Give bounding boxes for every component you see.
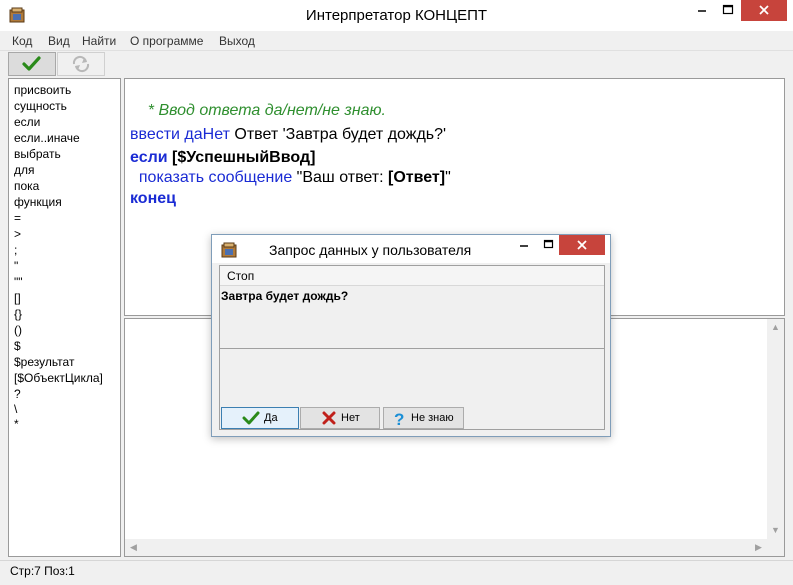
horizontal-scrollbar[interactable]: ◀ ▶	[125, 539, 767, 556]
no-label: Нет	[341, 412, 360, 424]
list-item[interactable]: [$ОбъектЦикла]	[14, 370, 120, 386]
scroll-up-icon[interactable]: ▲	[767, 319, 784, 336]
scroll-right-icon[interactable]: ▶	[750, 539, 767, 556]
scroll-left-icon[interactable]: ◀	[125, 539, 142, 556]
list-item[interactable]: $результат	[14, 354, 120, 370]
code-line-input: ввести даНет Ответ 'Завтра будет дождь?'	[130, 126, 446, 144]
status-bar: Стр:7 Поз:1	[0, 560, 793, 580]
menu-code[interactable]: Код	[12, 34, 32, 48]
run-button[interactable]	[8, 52, 56, 76]
list-item[interactable]: ?	[14, 386, 120, 402]
minimize-button[interactable]	[689, 0, 715, 21]
dialog-close-button[interactable]	[559, 235, 605, 255]
code-keyword: ввести даНет	[130, 126, 230, 143]
code-keyword: если	[130, 149, 168, 166]
list-item[interactable]: для	[14, 162, 120, 178]
menu-about[interactable]: О программе	[130, 34, 203, 48]
list-item[interactable]: "	[14, 258, 120, 274]
code-variable: [Ответ]	[387, 169, 446, 186]
yes-button[interactable]: Да	[221, 407, 299, 429]
list-item[interactable]: ()	[14, 322, 120, 338]
yes-label: Да	[264, 412, 278, 424]
list-item[interactable]: функция	[14, 194, 120, 210]
list-item[interactable]: ;	[14, 242, 120, 258]
refresh-icon	[72, 55, 90, 73]
list-item[interactable]: {}	[14, 306, 120, 322]
svg-text:?: ?	[394, 410, 404, 427]
checkmark-icon	[22, 56, 41, 71]
dialog-panel: Стоп Завтра будет дождь? Да Нет ? Не зна…	[219, 265, 605, 430]
list-item[interactable]: выбрать	[14, 146, 120, 162]
dialog-title-bar: Запрос данных у пользователя	[212, 235, 610, 263]
input-dialog: Запрос данных у пользователя Стоп Завтра…	[211, 234, 611, 437]
dialog-minimize-button[interactable]	[511, 235, 538, 255]
keyword-list[interactable]: присвоить сущность если если..иначе выбр…	[8, 78, 121, 557]
list-item[interactable]: если	[14, 114, 120, 130]
code-text: "Ваш ответ:	[292, 169, 388, 186]
list-item[interactable]: присвоить	[14, 82, 120, 98]
list-item[interactable]: \	[14, 402, 120, 416]
code-text: Ответ 'Завтра будет дождь?'	[229, 126, 447, 143]
vertical-scrollbar[interactable]: ▲ ▼	[767, 319, 784, 539]
dialog-menu-bar: Стоп	[220, 266, 604, 286]
list-item[interactable]: >	[14, 226, 120, 242]
list-item[interactable]: если..иначе	[14, 130, 120, 146]
menu-stop[interactable]: Стоп	[227, 269, 254, 283]
code-line-show: показать сообщение "Ваш ответ: [Ответ]"	[130, 169, 451, 187]
code-text: [$УспешныйВвод]	[167, 149, 316, 166]
code-line-if: если [$УспешныйВвод]	[130, 149, 315, 167]
menu-exit[interactable]: Выход	[219, 34, 255, 48]
scroll-down-icon[interactable]: ▼	[767, 522, 784, 539]
code-keyword: конец	[130, 190, 176, 207]
toolbar	[0, 51, 793, 77]
close-button[interactable]	[741, 0, 787, 21]
list-item[interactable]: *	[14, 416, 120, 432]
list-item[interactable]: сущность	[14, 98, 120, 114]
dialog-maximize-button[interactable]	[538, 235, 559, 255]
code-line-end: конец	[130, 190, 176, 208]
question-text: Завтра будет дождь?	[221, 289, 349, 303]
list-item[interactable]: ""	[14, 274, 120, 290]
window-title: Интерпретатор КОНЦЕПТ	[305, 7, 488, 24]
menu-view[interactable]: Вид	[48, 34, 70, 48]
list-item[interactable]: =	[14, 210, 120, 226]
list-item[interactable]: []	[14, 290, 120, 306]
scroll-corner	[767, 539, 784, 556]
close-icon	[759, 5, 769, 15]
code-keyword: показать сообщение	[138, 169, 293, 186]
list-item[interactable]: $	[14, 338, 120, 354]
menu-bar: Код Вид Найти О программе Выход	[0, 31, 793, 51]
minimize-icon	[698, 10, 706, 12]
maximize-button[interactable]	[715, 0, 741, 21]
menu-find[interactable]: Найти	[82, 34, 116, 48]
refresh-button[interactable]	[57, 52, 105, 76]
cursor-position: Стр:7 Поз:1	[10, 564, 75, 578]
list-item[interactable]: пока	[14, 178, 120, 194]
checkmark-icon	[242, 411, 260, 425]
minimize-icon	[520, 245, 528, 247]
title-bar: Интерпретатор КОНЦЕПТ	[0, 0, 793, 31]
code-text: "	[445, 169, 451, 186]
dont-know-button[interactable]: ? Не знаю	[383, 407, 464, 429]
maximize-icon	[722, 4, 734, 15]
close-icon	[577, 240, 587, 250]
question-icon: ?	[394, 410, 404, 427]
app-icon	[221, 242, 237, 258]
maximize-icon	[543, 239, 554, 249]
dialog-title: Запрос данных у пользователя	[269, 242, 472, 258]
cross-icon	[322, 411, 336, 425]
question-area: Завтра будет дождь?	[220, 287, 604, 349]
no-button[interactable]: Нет	[300, 407, 380, 429]
dont-know-label: Не знаю	[411, 412, 454, 424]
code-comment: * Ввод ответа да/нет/не знаю.	[147, 102, 386, 119]
